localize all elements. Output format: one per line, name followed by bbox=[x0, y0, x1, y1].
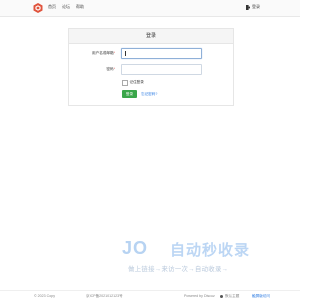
footer-copyright: © 2023 Copy bbox=[34, 294, 56, 298]
footer-theme-label: 默认主题 bbox=[225, 294, 240, 298]
required-mark: * bbox=[113, 51, 115, 55]
watermark-subtitle: 做上链接→来访一次→自动收录→ bbox=[128, 266, 229, 273]
watermark-banner: JO 自动秒收录 做上链接→来访一次→自动收录→ bbox=[122, 238, 282, 278]
remember-me[interactable]: 记住登录 bbox=[122, 80, 144, 86]
top-navbar: 首页 论坛 帮助 登录 bbox=[0, 0, 300, 17]
nav-help[interactable]: 帮助 bbox=[76, 4, 84, 10]
remember-checkbox[interactable] bbox=[122, 80, 128, 86]
login-icon bbox=[246, 4, 250, 10]
footer-mobile-link[interactable]: 触屏版访问 bbox=[252, 294, 270, 299]
username-label: 用户名或邮箱* bbox=[69, 51, 115, 56]
login-submit-button[interactable]: 登录 bbox=[122, 90, 137, 98]
password-label: 密码* bbox=[69, 67, 115, 72]
site-logo-icon[interactable] bbox=[33, 3, 43, 13]
required-mark: * bbox=[113, 67, 115, 71]
password-label-text: 密码 bbox=[106, 67, 114, 71]
watermark-logo: JO bbox=[122, 238, 149, 258]
nav-home[interactable]: 首页 bbox=[48, 4, 56, 10]
watermark-title: 自动秒收录 bbox=[170, 242, 251, 259]
username-label-text: 用户名或邮箱 bbox=[92, 51, 114, 55]
forgot-password-link[interactable]: 忘记密码? bbox=[141, 92, 157, 97]
footer-icp[interactable]: 京ICP备2021012123号 bbox=[86, 294, 123, 299]
page-footer: © 2023 Copy 京ICP备2021012123号 Powered by … bbox=[0, 290, 300, 301]
nav-login-label: 登录 bbox=[252, 4, 260, 9]
password-input[interactable] bbox=[121, 64, 202, 75]
login-panel-title: 登录 bbox=[69, 29, 233, 44]
username-input[interactable] bbox=[121, 48, 202, 59]
text-caret bbox=[125, 51, 126, 56]
footer-theme[interactable]: 默认主题 bbox=[220, 294, 239, 299]
footer-powered[interactable]: Powered by Discuz bbox=[184, 294, 215, 298]
nav-forum[interactable]: 论坛 bbox=[62, 4, 70, 10]
login-panel: 登录 用户名或邮箱* 密码* 记住登录 登录 忘记密码? bbox=[68, 28, 234, 106]
nav-login-link[interactable]: 登录 bbox=[246, 4, 260, 10]
theme-icon bbox=[220, 295, 223, 298]
remember-label: 记住登录 bbox=[129, 80, 144, 85]
